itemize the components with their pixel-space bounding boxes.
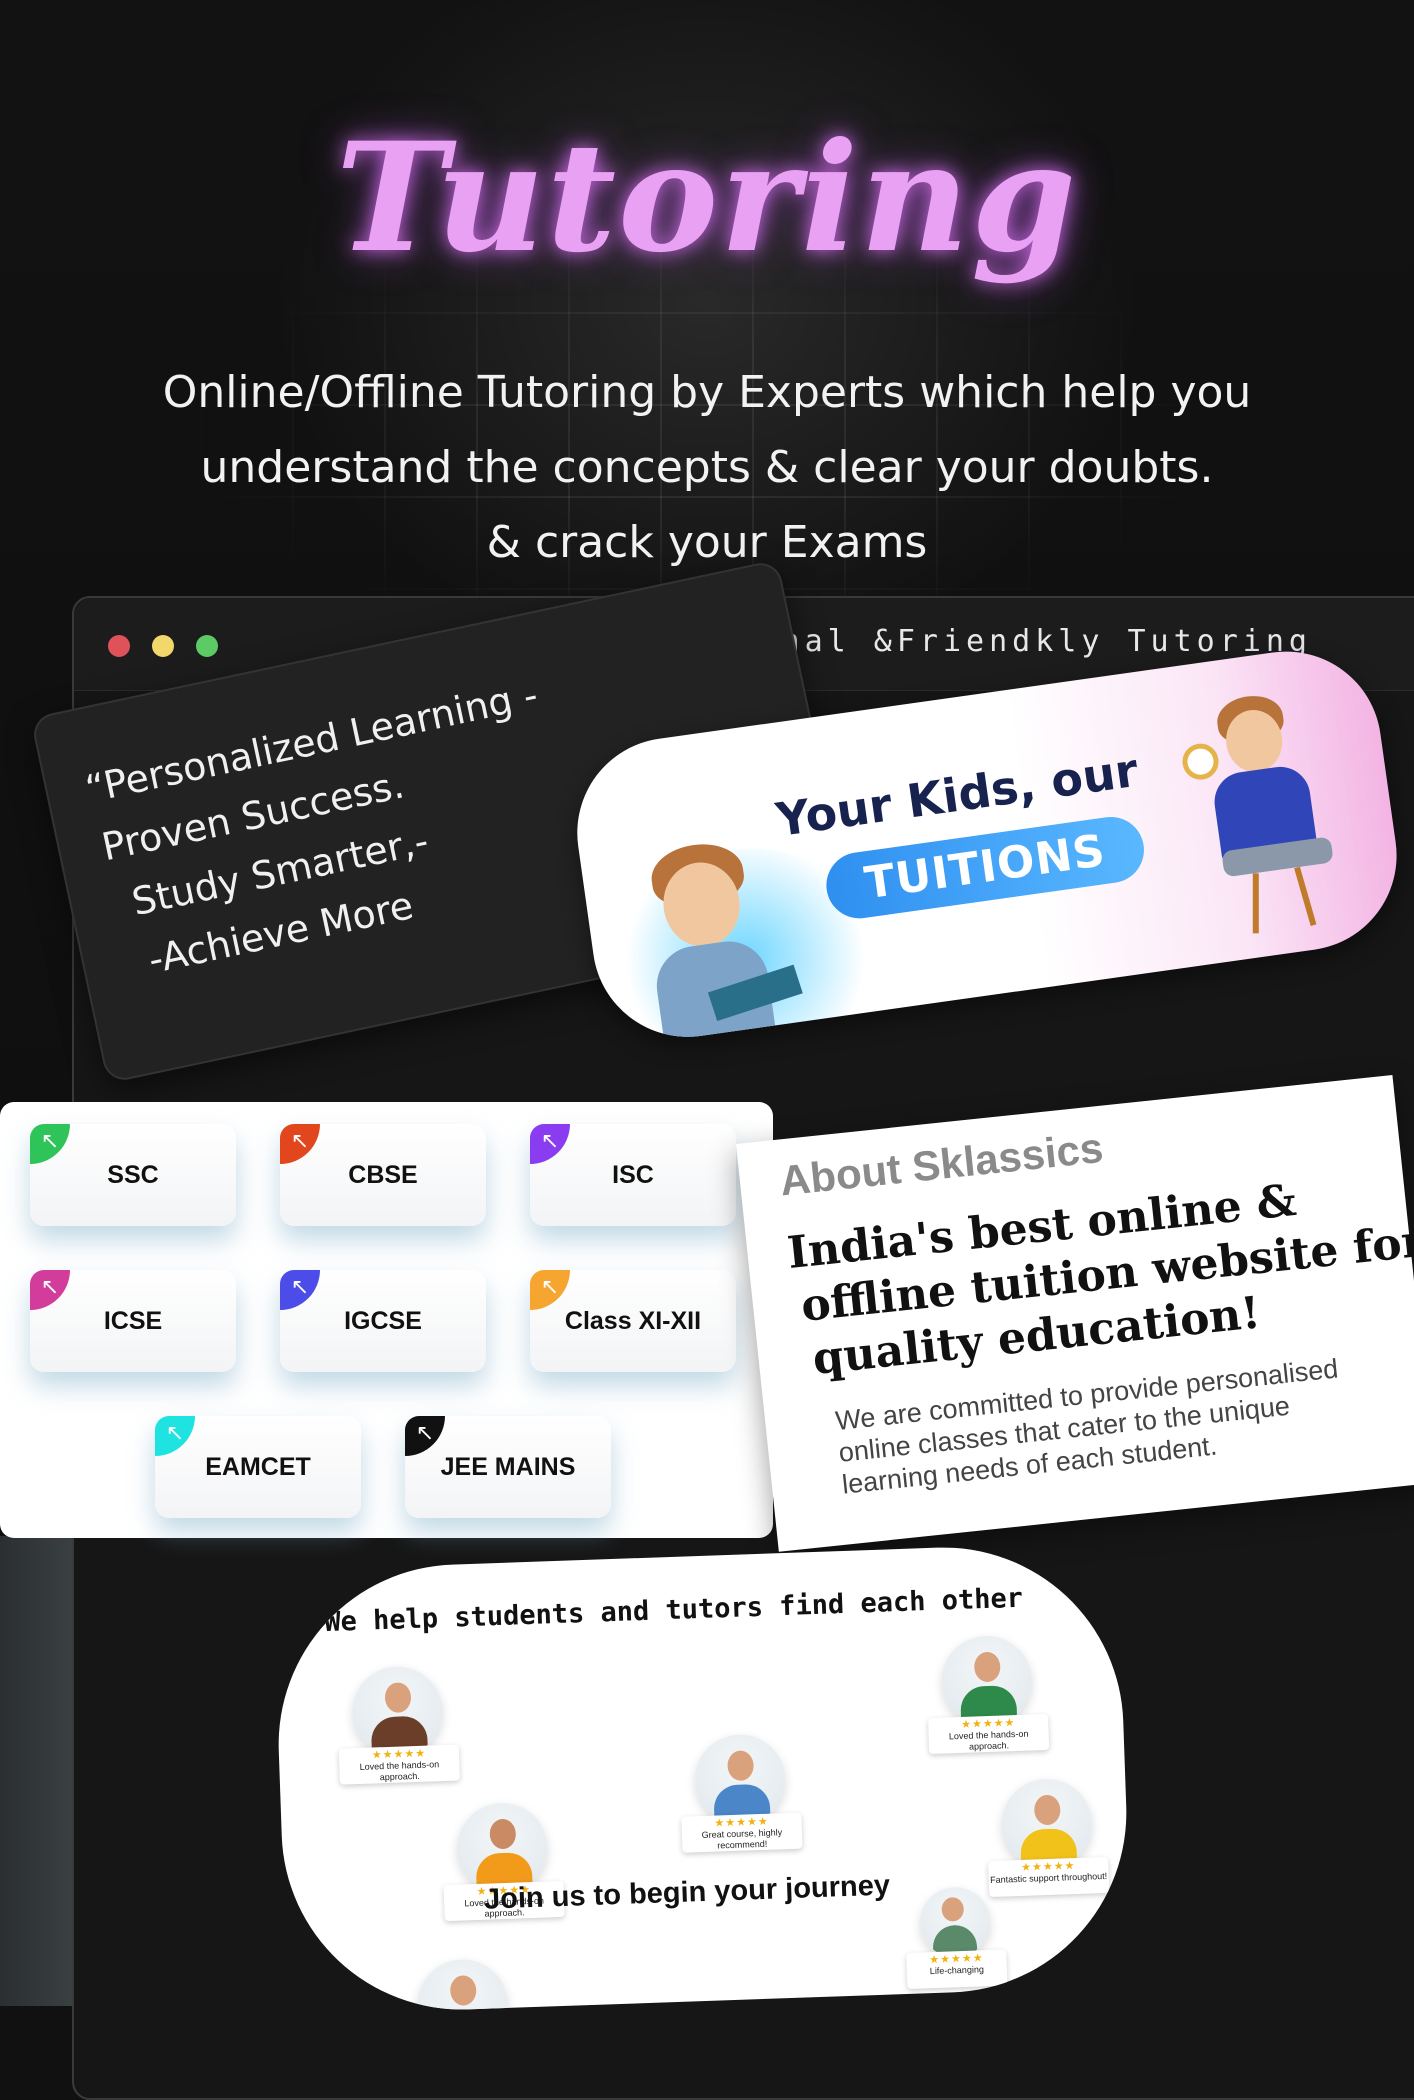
testimonial-person: ★★★★★ Loved the hands-on approach. [925,1634,1050,1755]
testimonials-card: We help students and tutors find each ot… [272,1541,1133,2016]
subtitle-line: & crack your Exams [486,517,928,568]
avatar [693,1733,787,1827]
call-to-action[interactable]: Join us to begin your journey [484,1870,891,1917]
page-title: Tutoring [335,110,1079,286]
review-card: ★★★★★ Great course, highly recommend! [681,1812,803,1853]
avatar [918,1886,992,1959]
testimonial-person: ★★★★★ Loved the hands-on approach. [336,1665,460,1785]
review-text: Loved the hands-on approach. [359,1759,440,1783]
review-text: Great course, highly recommend! [701,1827,783,1851]
board-card-class-xi-xii[interactable]: Class XI-XII ↖ [530,1270,736,1372]
board-card-igcse[interactable]: IGCSE ↖ [280,1270,486,1372]
magnifier-icon [1180,741,1221,782]
avatar [350,1665,445,1759]
minimize-window-button[interactable] [152,635,174,657]
quote-text: “Personalized Learning - Proven Success.… [80,665,581,996]
review-card: ★★★★★ Loved the hands-on approach. [338,1744,460,1785]
review-card: ★★★★★ Life-changing [906,1949,1008,1989]
testimonial-person: ★★★★★ Fantastic support throughout! [985,1777,1110,1898]
maximize-window-button[interactable] [196,635,218,657]
testimonials-heading: We help students and tutors find each ot… [323,1582,1024,1639]
testimonial-person: ★★★★★ Loved the hands-on approach. [441,1801,565,1922]
window-edge [0,1536,72,2006]
kid-with-book-illustration [620,834,803,1050]
review-text: Life-changing [929,1964,985,1977]
board-card-icse[interactable]: ICSE ↖ [30,1270,236,1372]
kid-reading-illustration [1165,684,1367,945]
review-card: ★★★★★ Fantastic support throughout! [988,1856,1110,1898]
about-card: About Sklassics India's best online & of… [736,1075,1414,1552]
avatar [455,1801,549,1895]
curriculum-panel: SSC ↖ CBSE ↖ ISC ↖ ICSE ↖ IGCSE ↖ Class … [0,1102,773,1538]
testimonial-person: ★★★★★ Great course, highly recommend! [679,1733,803,1853]
subtitle-line: Online/Offline Tutoring by Experts which… [162,367,1252,418]
close-window-button[interactable] [108,635,130,657]
board-card-ssc[interactable]: SSC ↖ [30,1124,236,1226]
subtitle-line: understand the concepts & clear your dou… [200,442,1214,493]
board-card-jee-mains[interactable]: JEE MAINS ↖ [405,1416,611,1518]
about-kicker: About Sklassics [777,1123,1106,1205]
review-card: ★★★★★ Loved the hands-on approach. [928,1713,1050,1755]
board-card-eamcet[interactable]: EAMCET ↖ [155,1416,361,1518]
page-subtitle: Online/Offline Tutoring by Experts which… [100,355,1314,580]
avatar [940,1634,1034,1728]
testimonial-person [401,1957,521,2016]
review-text: Loved the hands-on approach. [948,1728,1029,1752]
board-card-isc[interactable]: ISC ↖ [530,1124,736,1226]
board-card-cbse[interactable]: CBSE ↖ [280,1124,486,1226]
avatar [1000,1777,1094,1871]
avatar [416,1957,510,2016]
